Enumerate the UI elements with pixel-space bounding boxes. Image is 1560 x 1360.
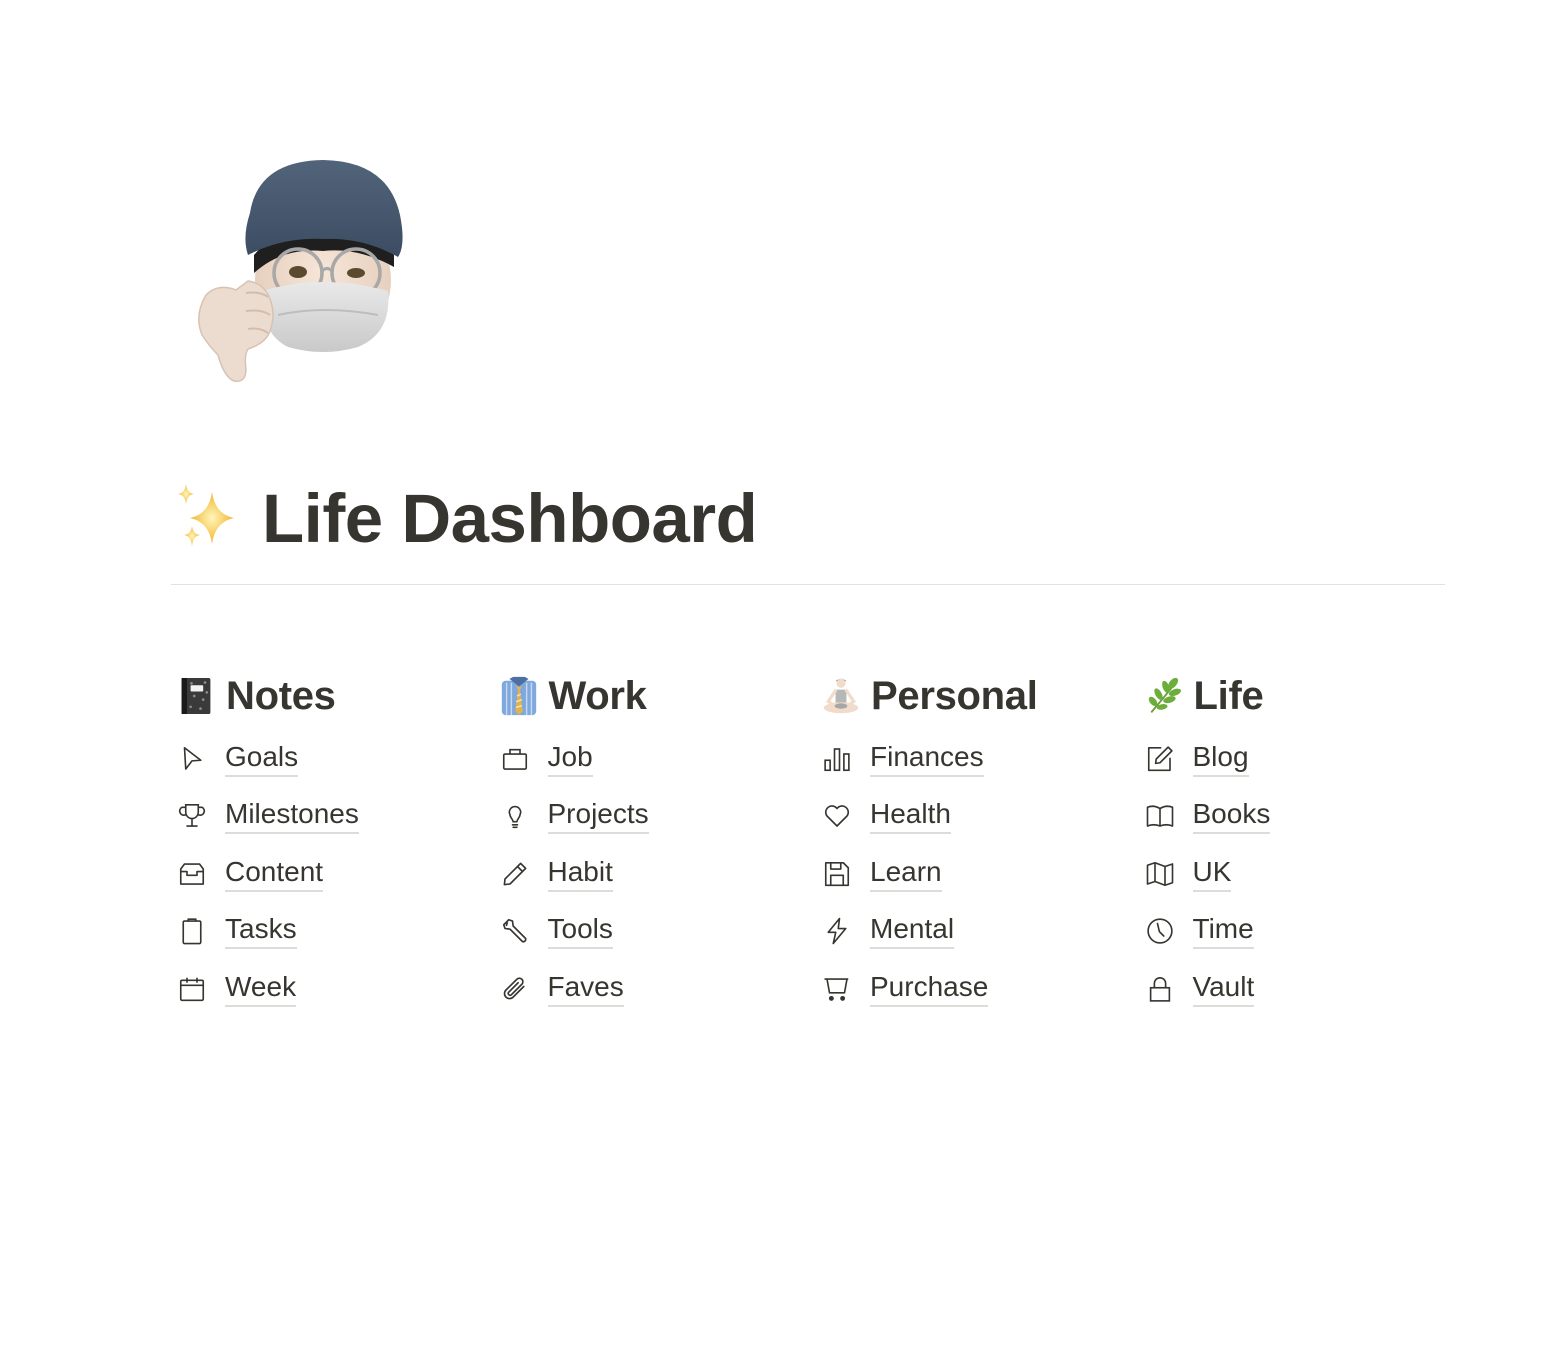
pencil-icon [499, 858, 531, 890]
link-label[interactable]: Content [225, 856, 324, 892]
link-finances[interactable]: Finances [821, 730, 1144, 788]
link-label[interactable]: Job [547, 741, 593, 777]
link-tools[interactable]: Tools [499, 903, 822, 961]
column-work: Work Job Projects Habit Tools Faves [499, 668, 822, 1018]
page-title-row: Life Dashboard [172, 478, 758, 558]
lightning-bolt-icon [821, 915, 853, 947]
bar-chart-icon [821, 743, 853, 775]
column-title: Notes [226, 673, 336, 718]
link-label[interactable]: Habit [547, 856, 613, 892]
link-habit[interactable]: Habit [499, 845, 822, 903]
shirt-and-tie-icon [499, 674, 539, 718]
link-label[interactable]: Projects [547, 798, 649, 835]
column-title: Personal [871, 673, 1038, 718]
paperclip-icon [499, 973, 531, 1005]
link-books[interactable]: Books [1144, 788, 1467, 846]
link-label[interactable]: Books [1192, 798, 1271, 835]
link-label[interactable]: Milestones [225, 798, 359, 835]
link-label[interactable]: Learn [870, 856, 942, 892]
inbox-tray-icon [176, 858, 208, 890]
link-label[interactable]: Health [870, 798, 951, 835]
briefcase-icon [499, 743, 531, 775]
calendar-icon [176, 973, 208, 1005]
edit-note-icon [1144, 743, 1176, 775]
link-label[interactable]: Faves [547, 971, 624, 1007]
link-label[interactable]: Purchase [870, 971, 989, 1007]
link-uk[interactable]: UK [1144, 845, 1467, 903]
link-milestones[interactable]: Milestones [176, 788, 499, 846]
column-personal: Personal Finances Health Learn Mental Pu… [821, 668, 1144, 1018]
link-vault[interactable]: Vault [1144, 960, 1467, 1018]
link-label[interactable]: Time [1192, 913, 1254, 950]
column-notes: Notes Goals Milestones Content Tasks Wee… [176, 668, 499, 1018]
herb-icon [1144, 674, 1184, 718]
map-icon [1144, 858, 1176, 890]
link-week[interactable]: Week [176, 960, 499, 1018]
cursor-arrow-icon [176, 743, 208, 775]
link-learn[interactable]: Learn [821, 845, 1144, 903]
column-title: Work [548, 673, 647, 718]
link-label[interactable]: Goals [225, 741, 299, 777]
link-label[interactable]: UK [1192, 856, 1232, 892]
page-icon-avatar[interactable] [188, 155, 418, 385]
notebook-icon [176, 674, 216, 718]
lock-icon [1144, 973, 1176, 1005]
sparkles-icon [172, 480, 248, 556]
link-content[interactable]: Content [176, 845, 499, 903]
link-purchase[interactable]: Purchase [821, 960, 1144, 1018]
link-blog[interactable]: Blog [1144, 730, 1467, 788]
trophy-icon [176, 800, 208, 832]
link-faves[interactable]: Faves [499, 960, 822, 1018]
link-time[interactable]: Time [1144, 903, 1467, 961]
link-mental[interactable]: Mental [821, 903, 1144, 961]
shopping-cart-icon [821, 973, 853, 1005]
link-projects[interactable]: Projects [499, 788, 822, 846]
link-label[interactable]: Blog [1192, 741, 1249, 777]
link-label[interactable]: Tools [547, 913, 613, 950]
link-label[interactable]: Tasks [225, 913, 297, 950]
person-meditating-icon [821, 674, 861, 718]
floppy-disk-icon [821, 858, 853, 890]
link-label[interactable]: Week [225, 971, 297, 1007]
link-goals[interactable]: Goals [176, 730, 499, 788]
memoji-avatar-icon [198, 160, 403, 382]
lightbulb-icon [499, 800, 531, 832]
link-tasks[interactable]: Tasks [176, 903, 499, 961]
link-label[interactable]: Finances [870, 741, 984, 777]
clock-icon [1144, 915, 1176, 947]
link-health[interactable]: Health [821, 788, 1144, 846]
dashboard-columns: Notes Goals Milestones Content Tasks Wee… [176, 668, 1466, 1018]
link-label[interactable]: Mental [870, 913, 955, 950]
column-life: Life Blog Books UK Time Vault [1144, 668, 1467, 1018]
column-title: Life [1193, 673, 1264, 718]
link-label[interactable]: Vault [1192, 971, 1255, 1007]
page-title[interactable]: Life Dashboard [262, 484, 758, 553]
link-job[interactable]: Job [499, 730, 822, 788]
divider [171, 584, 1445, 585]
clipboard-icon [176, 915, 208, 947]
open-book-icon [1144, 800, 1176, 832]
heart-icon [821, 800, 853, 832]
wrench-icon [499, 915, 531, 947]
